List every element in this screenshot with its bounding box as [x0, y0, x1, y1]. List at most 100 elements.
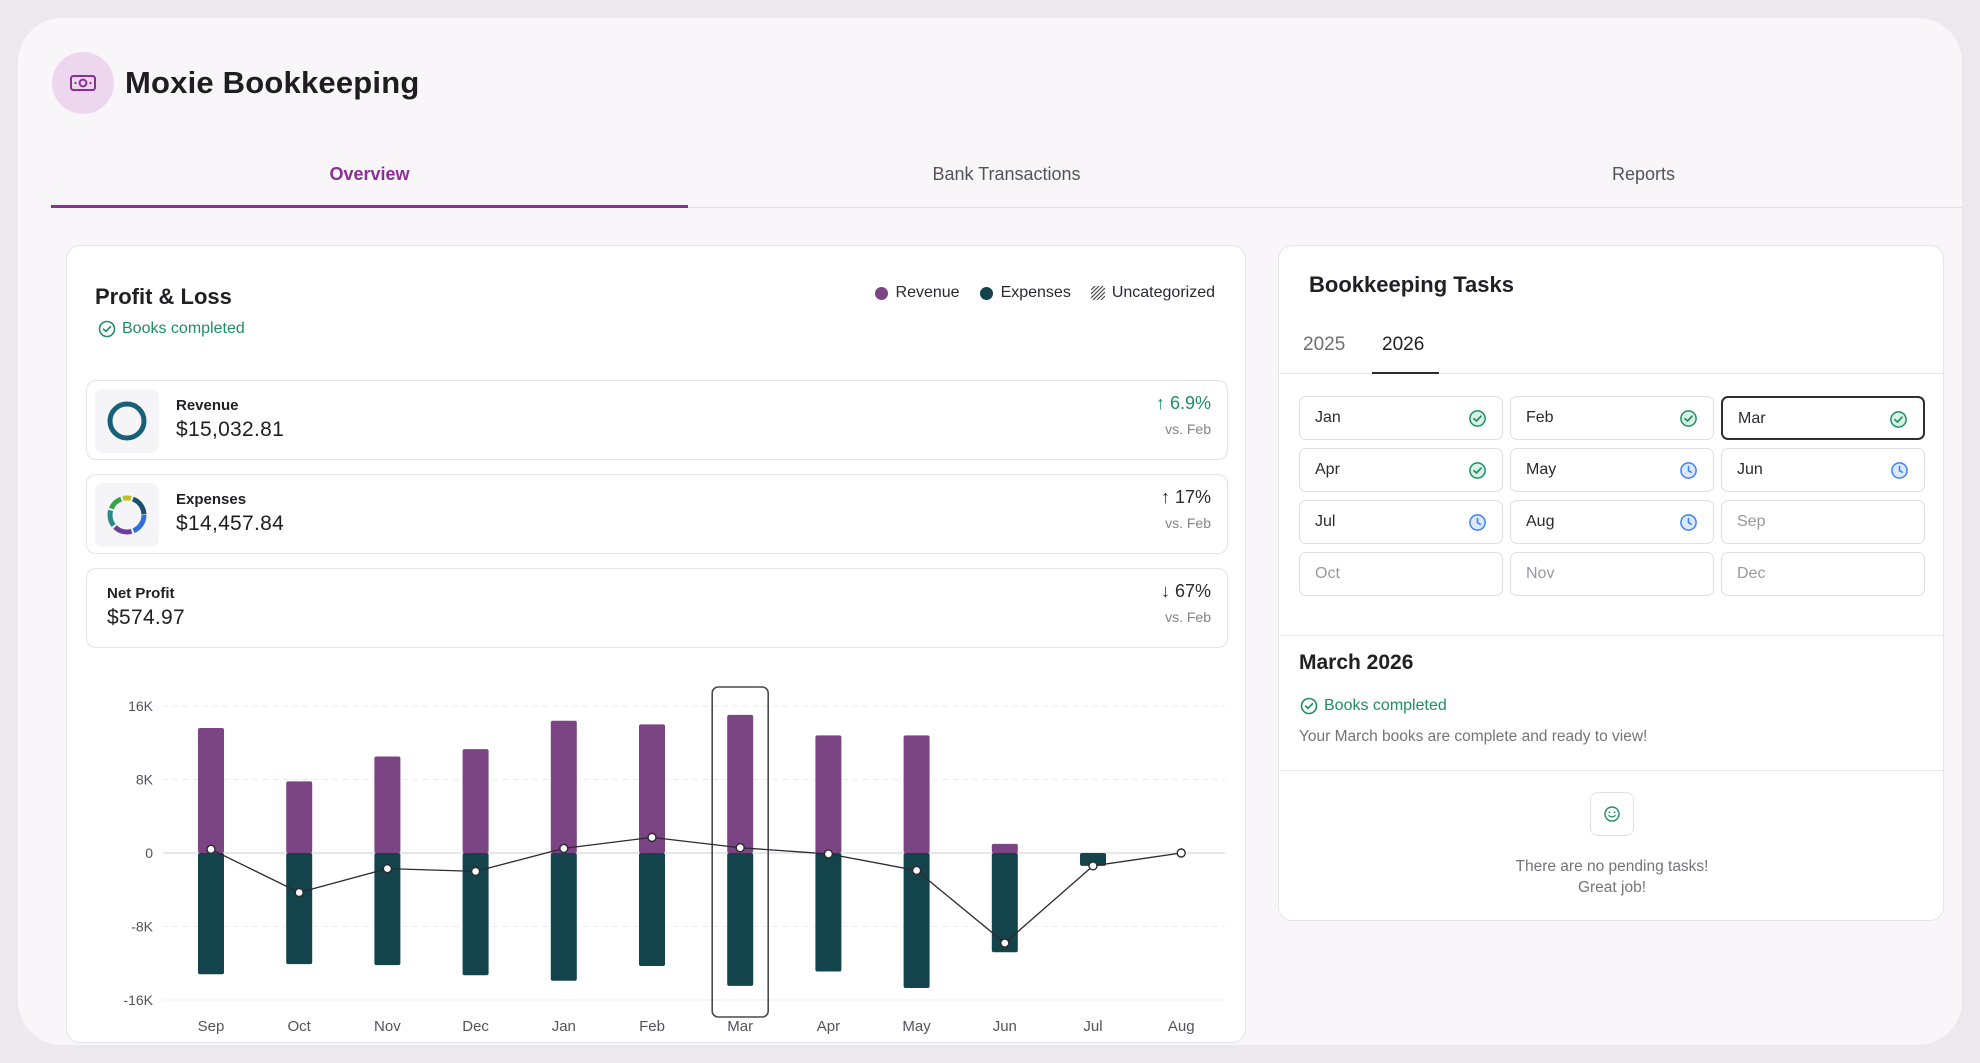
month-label: May — [1526, 461, 1557, 478]
net-profit-point — [1176, 848, 1186, 858]
x-tick-label: Apr — [817, 1018, 840, 1035]
month-books-completed-label: Books completed — [1324, 697, 1447, 714]
x-tick-label: Feb — [639, 1018, 665, 1035]
x-tick-label: Sep — [198, 1018, 225, 1035]
clock-icon — [1680, 514, 1697, 531]
empty-state-text: There are no pending tasks! Great job! — [1279, 856, 1945, 898]
tasks-title: Bookkeeping Tasks — [1309, 272, 1514, 297]
divider — [1279, 770, 1945, 771]
year-tab-2026[interactable]: 2026 — [1382, 334, 1424, 356]
month-sep[interactable]: Sep — [1721, 500, 1925, 544]
check-circle-icon — [1469, 410, 1486, 427]
month-label: Jun — [1737, 461, 1763, 478]
revenue-bar — [374, 756, 401, 853]
revenue-bar — [286, 781, 313, 853]
app-header: Moxie Bookkeeping — [52, 52, 420, 114]
month-label: Dec — [1737, 565, 1766, 582]
month-label: Jan — [1315, 409, 1341, 426]
app-title: Moxie Bookkeeping — [125, 65, 420, 100]
net-profit-point — [382, 863, 393, 874]
net-profit-point — [911, 865, 922, 876]
revenue-bar — [550, 720, 577, 853]
month-apr[interactable]: Apr — [1299, 448, 1503, 492]
cash-icon-svg — [70, 75, 96, 91]
expenses-bar — [286, 853, 313, 965]
month-label: Sep — [1737, 513, 1766, 530]
year-tabs: 2025 2026 — [1279, 320, 1945, 374]
check-circle-icon — [1890, 411, 1907, 428]
revenue-bar — [462, 749, 489, 853]
x-tick-label: May — [902, 1018, 931, 1035]
tab-bank-transactions[interactable]: Bank Transactions — [688, 146, 1325, 207]
revenue-bar — [198, 728, 224, 853]
app-window: Moxie Bookkeeping Overview Bank Transact… — [18, 18, 1962, 1045]
month-jul[interactable]: Jul — [1299, 500, 1503, 544]
clock-icon — [1680, 462, 1697, 479]
month-mar[interactable]: Mar — [1721, 396, 1925, 440]
month-label: Oct — [1315, 565, 1340, 582]
check-circle-icon — [1300, 697, 1318, 715]
y-tick-label: 0 — [145, 845, 153, 861]
divider — [1279, 635, 1945, 636]
month-label: Jul — [1315, 513, 1336, 530]
month-jan[interactable]: Jan — [1299, 396, 1503, 440]
profit-loss-chart: 16K 8K 0 -8K -16K Sep Oct Nov Dec Jan Feb Mar Apr May… — [123, 686, 1225, 1035]
x-tick-label: Nov — [374, 1018, 401, 1035]
month-nov[interactable]: Nov — [1510, 552, 1714, 596]
month-detail-description: Your March books are complete and ready … — [1299, 728, 1648, 745]
bookkeeping-tasks-card: Bookkeeping Tasks 2025 2026 Jan Feb Mar Apr… — [1278, 245, 1945, 921]
month-label: Mar — [1738, 410, 1766, 427]
net-profit-point — [823, 849, 834, 859]
month-detail-title: March 2026 — [1299, 651, 1414, 674]
smile-icon-svg — [1604, 806, 1620, 822]
expenses-bar — [198, 853, 224, 975]
revenue-bar — [991, 843, 1018, 853]
expenses-bar — [991, 853, 1018, 953]
y-tick-label: 8K — [136, 772, 154, 788]
x-tick-label: Jan — [552, 1018, 576, 1035]
month-label: Aug — [1526, 513, 1555, 530]
expenses-bar — [727, 853, 754, 986]
x-tick-label: Dec — [462, 1018, 489, 1035]
month-aug[interactable]: Aug — [1510, 500, 1714, 544]
profit-loss-card: Profit & Loss Books completed Revenue Ex… — [66, 245, 1246, 1043]
empty-state-line1: There are no pending tasks! — [1515, 858, 1709, 875]
month-label: Feb — [1526, 409, 1554, 426]
check-circle-icon — [1680, 410, 1697, 427]
net-profit-point — [559, 843, 569, 854]
x-tick-label: Oct — [288, 1018, 312, 1035]
net-profit-point — [735, 843, 745, 853]
y-tick-label: 16K — [128, 698, 154, 714]
check-circle-icon — [1469, 462, 1486, 479]
month-jun[interactable]: Jun — [1721, 448, 1925, 492]
y-tick-label: -8K — [131, 919, 153, 935]
x-tick-label: Mar — [727, 1018, 753, 1035]
net-profit-point — [647, 832, 657, 843]
expenses-bar — [639, 853, 665, 967]
x-tick-label: Aug — [1168, 1018, 1195, 1035]
x-tick-label: Jul — [1083, 1018, 1102, 1035]
month-label: Apr — [1315, 461, 1340, 478]
expenses-bar — [815, 853, 842, 972]
x-tick-label: Jun — [993, 1018, 1017, 1035]
net-profit-point — [470, 866, 481, 877]
net-profit-point — [206, 844, 216, 855]
smile-icon — [1590, 792, 1634, 836]
net-profit-point — [294, 887, 304, 898]
month-books-completed-badge: Books completed — [1300, 697, 1447, 715]
tab-reports[interactable]: Reports — [1325, 146, 1962, 207]
month-oct[interactable]: Oct — [1299, 552, 1503, 596]
cash-icon[interactable] — [52, 52, 114, 114]
month-may[interactable]: May — [1510, 448, 1714, 492]
empty-state-line2: Great job! — [1577, 879, 1647, 896]
net-profit-point — [1000, 938, 1010, 948]
tab-overview[interactable]: Overview — [51, 146, 688, 208]
revenue-bar — [727, 714, 754, 853]
main-tabs: Overview Bank Transactions Reports — [51, 146, 1962, 208]
month-label: Nov — [1526, 565, 1555, 582]
month-dec[interactable]: Dec — [1721, 552, 1925, 596]
revenue-bar — [815, 735, 842, 853]
year-tab-indicator — [1372, 372, 1439, 374]
month-feb[interactable]: Feb — [1510, 396, 1714, 440]
year-tab-2025[interactable]: 2025 — [1303, 334, 1345, 356]
